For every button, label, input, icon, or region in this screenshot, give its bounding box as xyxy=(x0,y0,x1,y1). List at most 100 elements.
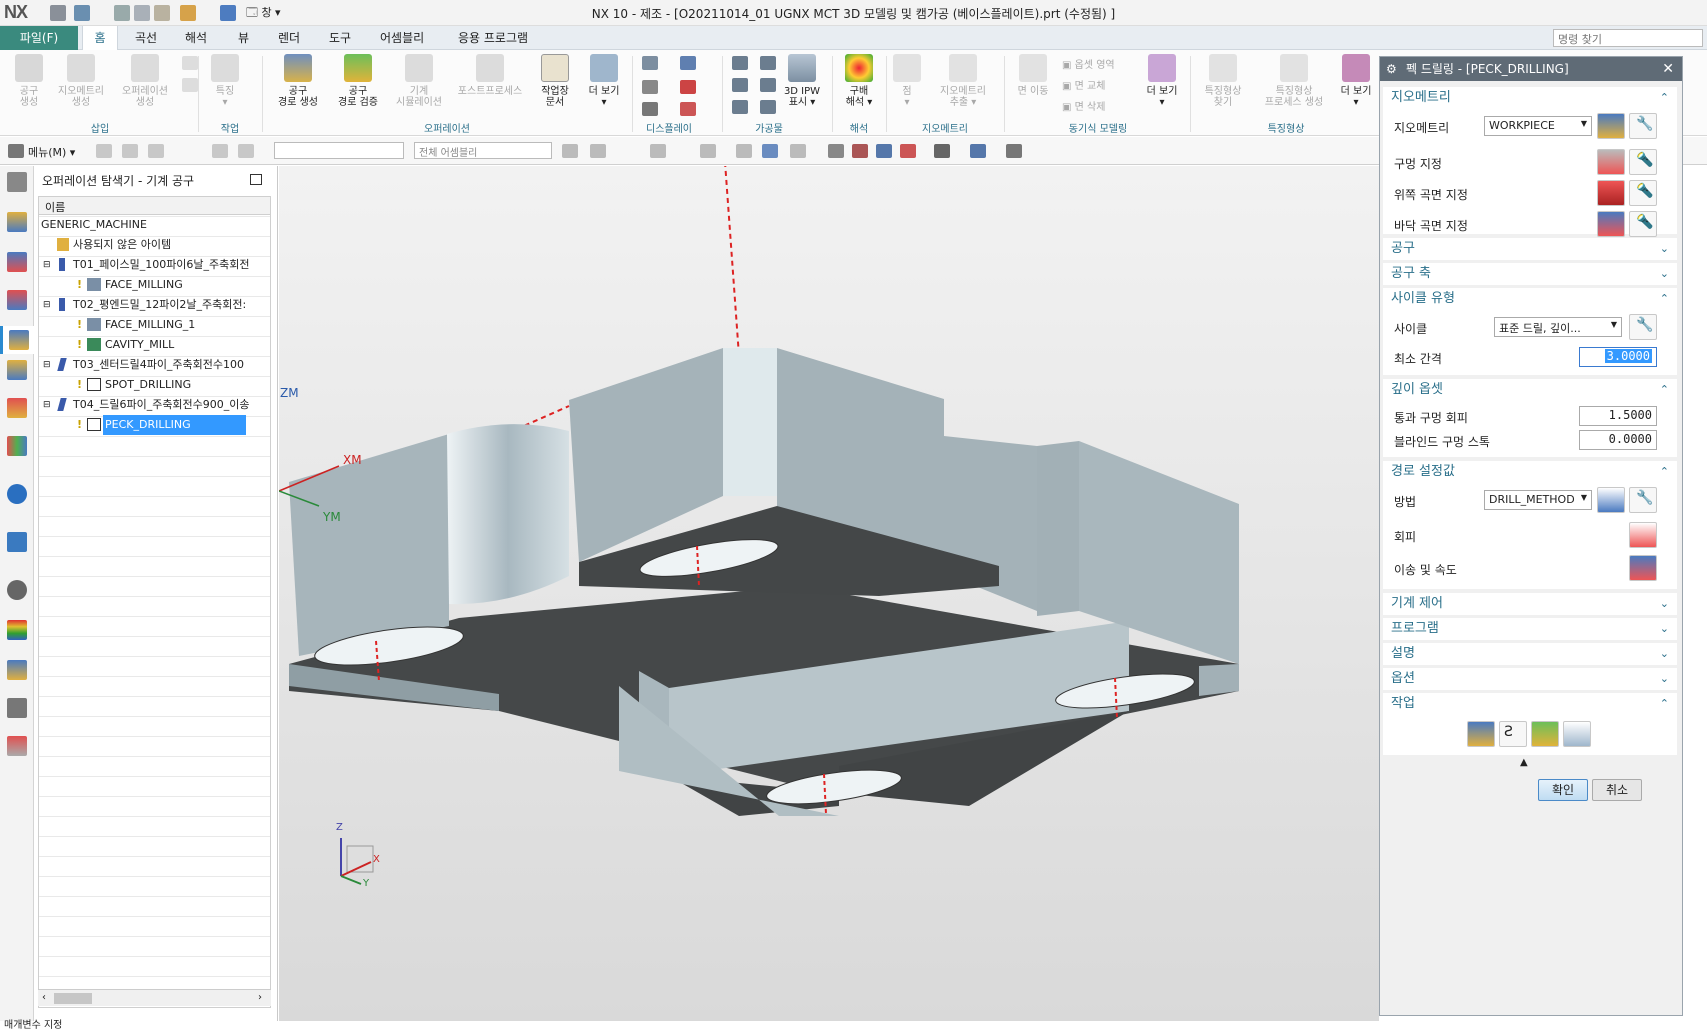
snap-icon-2[interactable] xyxy=(590,144,606,158)
verify-toolpath-button[interactable]: 공구 경로 검증 xyxy=(328,54,388,120)
tab-assembly[interactable]: 어셈블리 xyxy=(380,26,424,50)
create-geometry-button[interactable]: 지오메트리 생성 xyxy=(52,54,110,120)
more-operation-button[interactable]: 더 보기 ▾ xyxy=(582,54,626,120)
part-navigator-icon[interactable] xyxy=(7,290,27,310)
section-actions-header[interactable]: 작업 ⌃ xyxy=(1383,693,1677,715)
extract-geometry-button[interactable]: 지오메트리 추출 ▾ xyxy=(928,54,998,120)
render-style-icon[interactable] xyxy=(934,144,950,158)
display-top-surface-button[interactable]: 🔦 xyxy=(1629,180,1657,206)
point-button[interactable]: 점 ▾ xyxy=(890,54,924,120)
view-icon-1[interactable] xyxy=(762,144,778,158)
display-holes-button[interactable]: 🔦 xyxy=(1629,149,1657,175)
edit-method-button[interactable]: 🔧 xyxy=(1629,487,1657,513)
show-3d-ipw-button[interactable]: 3D IPW 표시 ▾ xyxy=(778,54,826,120)
postprocess-button[interactable]: 포스트프로세스 xyxy=(450,54,530,120)
type-filter-select[interactable] xyxy=(274,142,404,159)
collapse-toggle-icon[interactable]: ⊟ xyxy=(43,295,51,315)
scroll-right-icon[interactable]: › xyxy=(258,992,262,1003)
gear-icon[interactable]: ⚙ xyxy=(1386,57,1397,81)
layout-icon[interactable] xyxy=(900,144,916,158)
machining-knowledge-icon[interactable] xyxy=(7,660,27,680)
section-description-header[interactable]: 설명 ⌄ xyxy=(1383,643,1677,665)
section-tool-header[interactable]: 공구 ⌄ xyxy=(1383,238,1677,260)
avoidance-button[interactable] xyxy=(1629,522,1657,548)
robot-icon[interactable] xyxy=(7,698,27,718)
section-depth-offsets-header[interactable]: 깊이 옵셋 ⌃ xyxy=(1383,379,1677,401)
collapse-dialog-icon[interactable]: ▲ xyxy=(1520,757,1528,768)
replace-face-item[interactable]: ▣ 면 교체 xyxy=(1062,77,1105,92)
snap-icon-3[interactable] xyxy=(650,144,666,158)
move-face-button[interactable]: 면 이동 xyxy=(1010,54,1056,120)
tree-row-cavity-mill[interactable]: ! CAVITY_MILL xyxy=(39,335,270,355)
section-geometry-header[interactable]: 지오메트리 ⌃ xyxy=(1383,87,1677,109)
snap-icon-1[interactable] xyxy=(562,144,578,158)
offset-region-item[interactable]: ▣ 옵셋 영역 xyxy=(1062,56,1115,71)
new-method-button[interactable] xyxy=(1597,487,1625,513)
workpiece-icon-2[interactable] xyxy=(760,56,776,70)
tab-analysis[interactable]: 해석 xyxy=(185,26,207,50)
web-browser-icon[interactable] xyxy=(7,484,27,504)
file-menu[interactable]: 파일(F) xyxy=(0,26,78,50)
display-bottom-surface-button[interactable]: 🔦 xyxy=(1629,211,1657,237)
generate-toolpath-button[interactable]: 공구 경로 생성 xyxy=(268,54,328,120)
filter-icon-4[interactable] xyxy=(212,144,228,158)
machine-tool-navigator-icon[interactable] xyxy=(7,360,27,380)
display-icon-4[interactable] xyxy=(680,80,696,94)
workpiece-icon-4[interactable] xyxy=(760,78,776,92)
display-icon-3[interactable] xyxy=(642,80,658,94)
tab-render[interactable]: 렌더 xyxy=(278,26,300,50)
history-icon[interactable] xyxy=(7,532,27,552)
feeds-speeds-button[interactable] xyxy=(1629,555,1657,581)
method-select[interactable]: DRILL_METHOD ▼ xyxy=(1484,490,1592,510)
workpiece-icon-5[interactable] xyxy=(732,100,748,114)
list-action-button[interactable] xyxy=(1563,721,1591,747)
tab-view[interactable]: 뷰 xyxy=(238,26,249,50)
tree-row-face-milling[interactable]: ! FACE_MILLING xyxy=(39,275,270,295)
assembly-navigator-icon[interactable] xyxy=(7,212,27,232)
workpiece-icon-1[interactable] xyxy=(732,56,748,70)
blind-hole-stock-input[interactable]: 0.0000 xyxy=(1579,430,1657,450)
insert-small-icon[interactable] xyxy=(182,56,198,70)
filter-icon-5[interactable] xyxy=(238,144,254,158)
orient-view-icon[interactable] xyxy=(970,144,986,158)
new-geometry-button[interactable] xyxy=(1597,113,1625,139)
cancel-button[interactable]: 취소 xyxy=(1592,779,1642,801)
specify-holes-button[interactable] xyxy=(1597,149,1625,175)
tree-row-t04[interactable]: ⊟ T04_드릴6파이_주축회전수900_이송 xyxy=(39,395,270,415)
tree-row-unused-items[interactable]: 사용되지 않은 아이템 xyxy=(39,235,270,255)
refresh-icon[interactable] xyxy=(876,144,892,158)
snap-icon-5[interactable] xyxy=(736,144,752,158)
shop-documentation-button[interactable]: 작업장 문서 xyxy=(532,54,578,120)
section-machine-control-header[interactable]: 기계 제어 ⌄ xyxy=(1383,593,1677,615)
constraint-navigator-icon[interactable] xyxy=(7,252,27,272)
tab-home[interactable]: 홈 xyxy=(82,26,118,50)
filter-icon-3[interactable] xyxy=(148,144,164,158)
view-icon-3[interactable] xyxy=(828,144,844,158)
find-feature-button[interactable]: 특징형상 찾기 xyxy=(1194,54,1252,120)
through-hole-clearance-input[interactable]: 1.5000 xyxy=(1579,406,1657,426)
generate-action-button[interactable] xyxy=(1467,721,1495,747)
delete-face-item[interactable]: ▣ 면 삭제 xyxy=(1062,98,1105,113)
snap-icon-4[interactable] xyxy=(700,144,716,158)
specify-bottom-surface-button[interactable] xyxy=(1597,211,1625,237)
section-path-settings-header[interactable]: 경로 설정값 ⌃ xyxy=(1383,461,1677,483)
tree-row-generic-machine[interactable]: GENERIC_MACHINE xyxy=(41,215,270,235)
tab-application[interactable]: 응용 프로그램 xyxy=(458,26,528,50)
ok-button[interactable]: 확인 xyxy=(1538,779,1588,801)
section-program-header[interactable]: 프로그램 ⌄ xyxy=(1383,618,1677,640)
operation-navigator-tab[interactable] xyxy=(0,326,34,354)
section-options-header[interactable]: 옵션 ⌄ xyxy=(1383,668,1677,690)
display-icon-6[interactable] xyxy=(680,102,696,116)
filter-icon-1[interactable] xyxy=(96,144,112,158)
display-icon-5[interactable] xyxy=(642,102,658,116)
filter-icon-2[interactable] xyxy=(122,144,138,158)
display-icon-1[interactable] xyxy=(642,56,658,70)
clock-icon[interactable] xyxy=(7,580,27,600)
edit-geometry-button[interactable]: 🔧 xyxy=(1629,113,1657,139)
insert-small-icon-2[interactable] xyxy=(182,78,198,92)
horizontal-scrollbar[interactable]: ‹ › xyxy=(38,989,271,1006)
create-tool-button[interactable]: 공구 생성 xyxy=(6,54,52,120)
collapse-toggle-icon[interactable]: ⊟ xyxy=(43,255,51,275)
minimum-clearance-input[interactable]: 3.0000 xyxy=(1579,347,1657,367)
draft-analysis-button[interactable]: 구배 해석 ▾ xyxy=(836,54,882,120)
